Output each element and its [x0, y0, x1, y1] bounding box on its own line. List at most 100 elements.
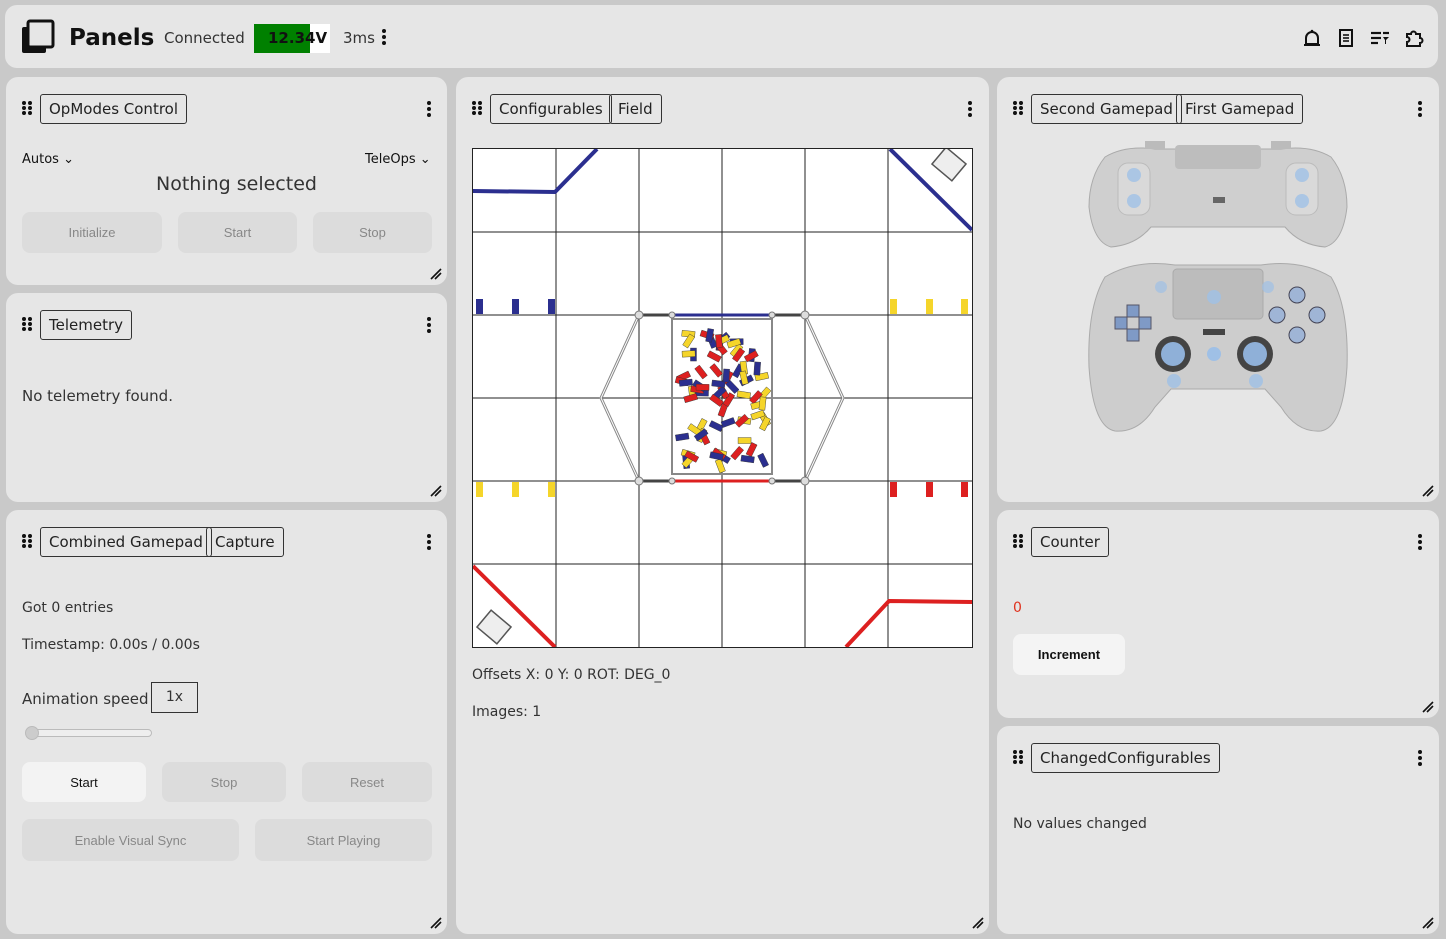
- stop-playback-button[interactable]: Stop: [162, 762, 286, 802]
- gamepad-top-view: [1088, 141, 1348, 248]
- gamepad-illustration: [1088, 141, 1348, 432]
- sample-piece: [675, 432, 690, 442]
- drag-handle-icon[interactable]: [22, 101, 32, 115]
- no-changes-message: No values changed: [1013, 816, 1147, 832]
- autos-label: Autos: [22, 152, 59, 167]
- sample-piece: [709, 363, 723, 378]
- sample-piece: [706, 350, 722, 363]
- teleops-label: TeleOps: [365, 152, 416, 167]
- panel-menu-icon[interactable]: [426, 100, 432, 120]
- connection-status: Connected: [164, 29, 245, 47]
- drag-handle-icon[interactable]: [22, 534, 32, 548]
- sample-piece: [681, 350, 696, 358]
- gamepad-front-view: [1088, 263, 1348, 432]
- resize-handle-icon[interactable]: [972, 917, 984, 929]
- drag-handle-icon[interactable]: [1013, 101, 1023, 115]
- slider-thumb[interactable]: [25, 726, 39, 740]
- reset-button[interactable]: Reset: [302, 762, 432, 802]
- telemetry-empty-message: No telemetry found.: [22, 387, 173, 405]
- initialize-button[interactable]: Initialize: [22, 212, 162, 253]
- telemetry-panel: Telemetry No telemetry found.: [6, 293, 447, 502]
- panel-menu-icon[interactable]: [426, 316, 432, 336]
- field-canvas[interactable]: [471, 146, 974, 649]
- submersible-samples: [674, 328, 772, 474]
- resize-handle-icon[interactable]: [1422, 701, 1434, 713]
- sample-piece: [720, 417, 736, 428]
- drag-handle-icon[interactable]: [22, 317, 32, 331]
- drag-handle-icon[interactable]: [1013, 750, 1023, 764]
- tab-opmodes-control[interactable]: OpModes Control: [40, 94, 188, 124]
- voltage-value: 12.34V: [268, 29, 328, 47]
- start-button[interactable]: Start: [178, 212, 297, 253]
- counter-value: 0: [1013, 600, 1022, 616]
- filter-list-icon[interactable]: [1370, 28, 1390, 48]
- sample-piece: [715, 334, 723, 349]
- chevron-down-icon: ⌄: [63, 152, 75, 167]
- start-playback-button[interactable]: Start: [22, 762, 146, 802]
- opmodes-panel: OpModes Control Autos ⌄ TeleOps ⌄ Nothin…: [6, 77, 447, 285]
- chevron-down-icon: ⌄: [419, 152, 431, 167]
- header-menu-icon[interactable]: [381, 28, 387, 48]
- animation-speed-label: Animation speed: [22, 690, 149, 708]
- sample-piece: [745, 442, 758, 457]
- start-playing-button[interactable]: Start Playing: [255, 819, 432, 861]
- timestamp: Timestamp: 0.00s / 0.00s: [22, 637, 200, 653]
- puzzle-icon[interactable]: [1404, 28, 1424, 48]
- sample-piece: [678, 378, 693, 387]
- opmode-status: Nothing selected: [156, 173, 317, 195]
- images-count: Images: 1: [472, 704, 542, 720]
- bell-icon[interactable]: [1302, 28, 1322, 48]
- gamepads-panel: Second Gamepad First Gamepad: [997, 77, 1439, 502]
- tab-changed-configurables[interactable]: ChangedConfigurables: [1031, 743, 1220, 773]
- counter-panel: Counter 0 Increment: [997, 510, 1439, 718]
- top-right-observation-icon: [930, 146, 968, 182]
- voltage-indicator: 12.34V: [254, 24, 330, 53]
- tab-field[interactable]: Field: [609, 94, 662, 124]
- latency-value: 3ms: [343, 29, 375, 47]
- top-bar: Panels Connected 12.34V 3ms: [5, 5, 1438, 68]
- tab-combined-gamepad[interactable]: Combined Gamepad: [40, 527, 212, 557]
- red-alliance-line: [844, 598, 973, 649]
- autos-dropdown[interactable]: Autos ⌄: [22, 152, 74, 167]
- panel-menu-icon[interactable]: [426, 533, 432, 553]
- combined-gamepad-panel: Combined Gamepad Capture Got 0 entries T…: [6, 510, 447, 934]
- resize-handle-icon[interactable]: [430, 917, 442, 929]
- tab-telemetry[interactable]: Telemetry: [40, 310, 133, 340]
- tab-first-gamepad[interactable]: First Gamepad: [1176, 94, 1304, 124]
- tab-second-gamepad[interactable]: Second Gamepad: [1031, 94, 1182, 124]
- drag-handle-icon[interactable]: [472, 101, 482, 115]
- resize-handle-icon[interactable]: [430, 268, 442, 280]
- panel-menu-icon[interactable]: [967, 100, 973, 120]
- sample-piece: [683, 393, 699, 403]
- app-title: Panels: [69, 25, 155, 51]
- blue-alliance-line: [472, 147, 599, 195]
- blue-samples-left: [476, 299, 555, 314]
- changed-configurables-panel: ChangedConfigurables No values changed: [997, 726, 1439, 934]
- sample-piece: [722, 368, 730, 383]
- offsets-readout: Offsets X: 0 Y: 0 ROT: DEG_0: [472, 667, 671, 683]
- resize-handle-icon[interactable]: [1422, 917, 1434, 929]
- tab-configurables[interactable]: Configurables: [490, 94, 612, 124]
- entries-count: Got 0 entries: [22, 600, 114, 616]
- enable-visual-sync-button[interactable]: Enable Visual Sync: [22, 819, 239, 861]
- panel-menu-icon[interactable]: [1417, 749, 1423, 769]
- tab-counter[interactable]: Counter: [1031, 527, 1109, 557]
- stop-button[interactable]: Stop: [313, 212, 432, 253]
- animation-speed-input[interactable]: 1x: [151, 682, 198, 713]
- sample-piece: [740, 454, 755, 464]
- increment-button[interactable]: Increment: [1013, 634, 1125, 675]
- resize-handle-icon[interactable]: [430, 485, 442, 497]
- document-icon[interactable]: [1336, 28, 1356, 48]
- yellow-samples-right: [890, 299, 968, 314]
- tab-capture[interactable]: Capture: [206, 527, 284, 557]
- panel-menu-icon[interactable]: [1417, 100, 1423, 120]
- drag-handle-icon[interactable]: [1013, 534, 1023, 548]
- panel-menu-icon[interactable]: [1417, 533, 1423, 553]
- sample-piece: [737, 437, 752, 444]
- teleops-dropdown[interactable]: TeleOps ⌄: [365, 152, 431, 167]
- red-samples-right: [890, 482, 968, 497]
- yellow-samples-left: [476, 482, 555, 497]
- resize-handle-icon[interactable]: [1422, 485, 1434, 497]
- panels-logo-icon: [22, 19, 55, 53]
- timeline-slider[interactable]: [25, 726, 152, 740]
